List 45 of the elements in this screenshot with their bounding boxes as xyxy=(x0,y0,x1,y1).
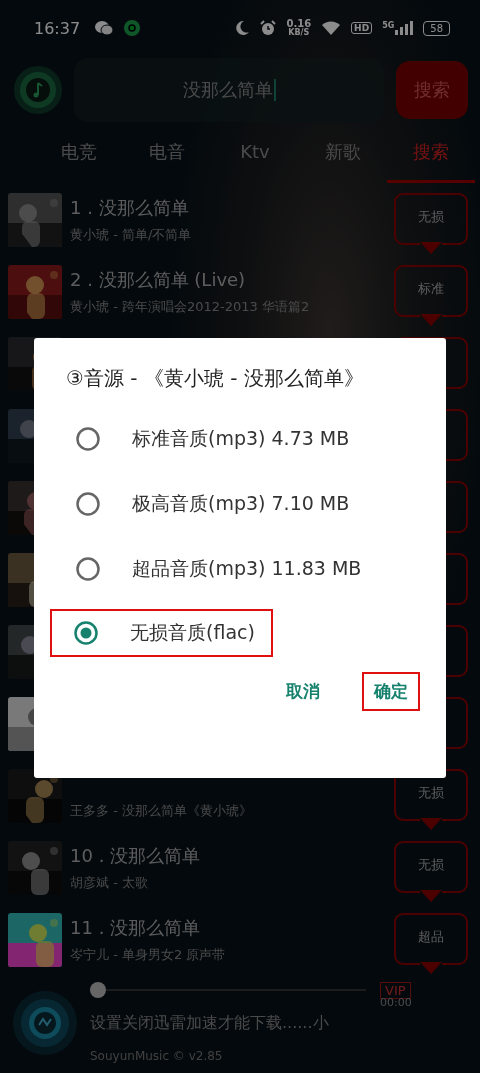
song-artist-album: 岑宁儿 - 单身男女2 原声带 xyxy=(70,946,227,964)
search-field[interactable]: 没那么简单 xyxy=(74,58,384,122)
dialog-button[interactable]: 取消 xyxy=(274,672,332,711)
battery-indicator: 58 xyxy=(423,20,450,36)
tab[interactable]: Ktv xyxy=(211,127,299,181)
wifi-icon xyxy=(321,20,342,36)
radio-option[interactable]: 标准音质(mp3) 4.73 MB xyxy=(58,406,368,471)
playback-time: 00:00 xyxy=(380,996,412,1009)
song-artist-album: 王多多 - 没那么简单《黄小琥》 xyxy=(70,802,253,820)
now-playing-text: 设置关闭迅雷加速才能下载......小 xyxy=(90,1012,330,1034)
music-logo-icon[interactable] xyxy=(14,66,62,114)
song-title: 2 . 没那么简单 (Live) xyxy=(70,268,247,292)
tab[interactable]: 新歌 xyxy=(299,125,387,183)
song-title: 1 . 没那么简单 xyxy=(70,196,190,220)
vip-badge[interactable]: VIP xyxy=(380,981,411,999)
tab[interactable]: 搜索 xyxy=(387,125,475,183)
quality-button[interactable]: 无损 xyxy=(394,193,468,255)
moon-icon xyxy=(234,20,251,36)
radio-icon xyxy=(76,491,100,516)
network-speed: 0.16 KB/S xyxy=(286,19,312,37)
radio-option[interactable]: 超品音质(mp3) 11.83 MB xyxy=(58,536,380,601)
player-logo-icon[interactable] xyxy=(13,991,77,1055)
quality-button[interactable]: 标准 xyxy=(394,265,468,327)
song-title: 10 . 没那么简单 xyxy=(70,844,202,868)
chat-icon xyxy=(94,20,115,36)
song-artist-album: 黄小琥 - 简单/不简单 xyxy=(70,226,193,244)
radio-option[interactable]: 极高音质(mp3) 7.10 MB xyxy=(58,471,368,536)
clock: 16:37 xyxy=(34,18,81,38)
radio-option[interactable]: 无损音质(flac) xyxy=(50,609,273,657)
dialog-title: ③音源 - 《黄小琥 - 没那么简单》 xyxy=(66,365,365,392)
radio-icon xyxy=(76,426,100,451)
radio-icon xyxy=(76,556,100,581)
signal-indicator: 5G xyxy=(382,21,414,35)
tab[interactable]: 电音 xyxy=(123,125,211,183)
tab[interactable]: 电竞 xyxy=(35,125,123,183)
dialog-button[interactable]: 确定 xyxy=(362,672,420,711)
alarm-icon xyxy=(260,20,277,36)
song-artist-album: 胡彦斌 - 太歌 xyxy=(70,874,149,892)
quality-button[interactable]: 无损 xyxy=(394,841,468,903)
hd-badge: HD xyxy=(351,22,373,34)
version-text: SouyunMusic © v2.85 xyxy=(90,1049,224,1063)
app-icon xyxy=(124,20,141,36)
song-title: 11 . 没那么简单 xyxy=(70,916,202,940)
radio-icon xyxy=(74,621,98,645)
quality-button[interactable]: 超品 xyxy=(394,913,468,975)
